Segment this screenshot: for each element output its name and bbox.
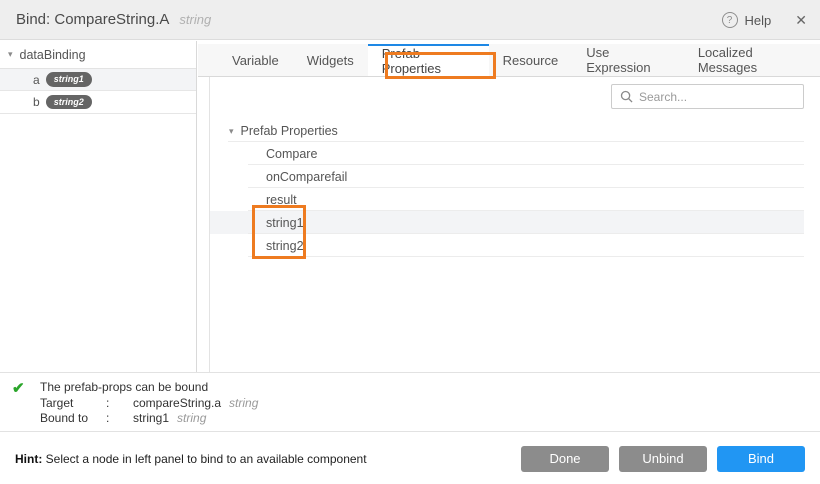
- binding-tree-panel: ▾ dataBinding a string1 b string2: [0, 41, 197, 372]
- tab-prefab-properties[interactable]: Prefab Properties: [368, 44, 489, 76]
- property-group-row[interactable]: ▾ Prefab Properties: [210, 120, 804, 142]
- tab-localized-messages[interactable]: Localized Messages: [684, 44, 820, 76]
- search-box[interactable]: [611, 84, 804, 109]
- chevron-down-icon[interactable]: ▾: [8, 49, 13, 60]
- hint-text: Hint: Select a node in left panel to bin…: [15, 452, 367, 466]
- tree-item-label: b: [33, 95, 40, 109]
- done-button[interactable]: Done: [521, 446, 609, 472]
- tree-item-a[interactable]: a string1: [0, 68, 196, 91]
- close-icon[interactable]: ✕: [795, 12, 807, 29]
- bind-button[interactable]: Bind: [717, 446, 805, 472]
- property-row-string1[interactable]: string1: [210, 211, 804, 234]
- tree-node-databinding[interactable]: ▾ dataBinding: [0, 41, 196, 68]
- page-title-type: string: [179, 12, 211, 27]
- tab-use-expression[interactable]: Use Expression: [572, 44, 684, 76]
- type-badge: string1: [46, 72, 92, 87]
- type-badge: string2: [46, 95, 92, 110]
- status-boundto-type: string: [177, 411, 206, 427]
- prefab-properties-list: ▾ Prefab Properties Compare onComparefai…: [210, 120, 804, 257]
- property-group-label: Prefab Properties: [241, 124, 338, 138]
- status-target-row: Target : compareString.a string: [40, 396, 258, 412]
- binding-status-panel: ✔ The prefab-props can be bound Target :…: [0, 372, 820, 432]
- header-actions: ? Help ✕: [722, 0, 807, 40]
- tree-item-label: a: [33, 73, 40, 87]
- property-row-string2[interactable]: string2: [210, 234, 804, 257]
- footer-bar: Hint: Select a node in left panel to bin…: [0, 433, 820, 484]
- status-boundto-row: Bound to : string1 string: [40, 411, 258, 427]
- tab-content-panel: ▾ Prefab Properties Compare onComparefai…: [209, 77, 804, 372]
- property-row-compare[interactable]: Compare: [210, 142, 804, 165]
- search-input[interactable]: [639, 90, 795, 104]
- status-target-type: string: [229, 396, 258, 412]
- property-row-oncomparefail[interactable]: onComparefail: [210, 165, 804, 188]
- property-row-result[interactable]: result: [210, 188, 804, 211]
- help-button[interactable]: Help: [745, 13, 772, 28]
- tab-bar: Variable Widgets Prefab Properties Resou…: [198, 44, 820, 77]
- tab-widgets[interactable]: Widgets: [293, 44, 368, 76]
- help-icon[interactable]: ?: [722, 12, 738, 28]
- footer-buttons: Done Unbind Bind: [511, 446, 805, 472]
- page-title: Bind: CompareString.A: [16, 11, 169, 28]
- tree-item-b[interactable]: b string2: [0, 91, 196, 114]
- search-icon: [620, 90, 633, 103]
- unbind-button[interactable]: Unbind: [619, 446, 707, 472]
- tree-root-label: dataBinding: [20, 48, 86, 62]
- status-target-value: compareString.a: [133, 396, 221, 412]
- status-message: The prefab-props can be bound: [40, 380, 258, 396]
- dialog-header: Bind: CompareString.A string ? Help ✕: [0, 0, 820, 40]
- chevron-down-icon[interactable]: ▾: [229, 126, 234, 137]
- status-boundto-value: string1: [133, 411, 169, 427]
- tab-variable[interactable]: Variable: [218, 44, 293, 76]
- tab-resource[interactable]: Resource: [489, 44, 573, 76]
- check-icon: ✔: [12, 379, 25, 397]
